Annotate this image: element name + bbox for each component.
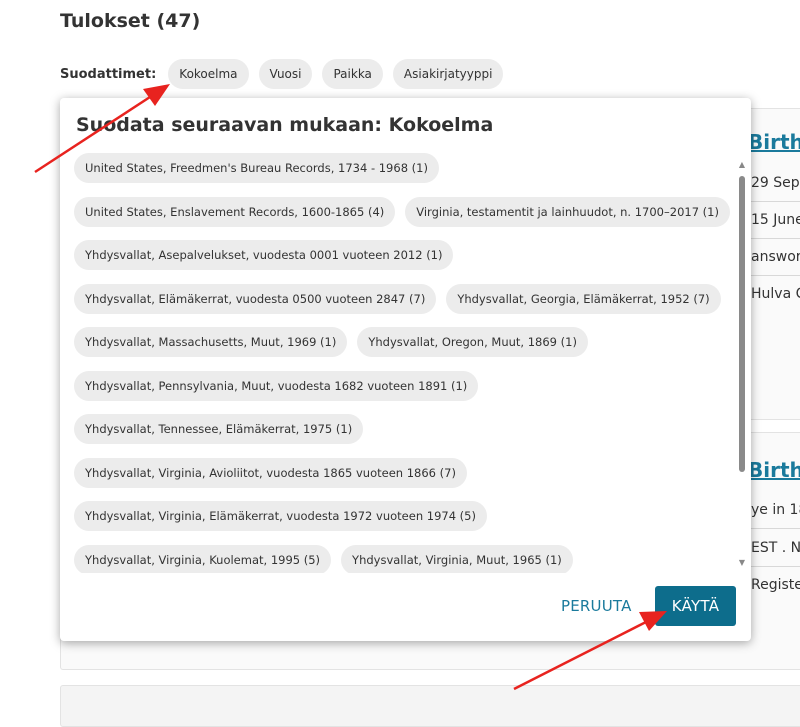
options-scrollbar[interactable]: ▲ ▼	[737, 160, 747, 568]
filters-label: Suodattimet:	[60, 66, 157, 82]
filter-chip-collection[interactable]: Kokoelma	[168, 59, 249, 89]
result-title-link[interactable]: Birth R	[748, 130, 800, 154]
collection-option[interactable]: Yhdysvallat, Asepalvelukset, vuodesta 00…	[74, 240, 454, 270]
option-row: Yhdysvallat, Pennsylvania, Muut, vuodest…	[74, 370, 730, 401]
collection-option[interactable]: Yhdysvallat, Tennessee, Elämäkerrat, 197…	[74, 414, 364, 444]
scroll-up-arrow-icon[interactable]: ▲	[737, 160, 747, 170]
collection-option[interactable]: Yhdysvallat, Oregon, Muut, 1869 (1)	[357, 327, 588, 357]
filter-chip-document-type[interactable]: Asiakirjatyyppi	[392, 59, 504, 89]
filters-bar: Suodattimet: Kokoelma Vuosi Paikka Asiak…	[60, 59, 504, 89]
result-card	[60, 685, 800, 727]
option-row: United States, Freedmen's Bureau Records…	[74, 153, 730, 183]
scroll-down-arrow-icon[interactable]: ▼	[737, 558, 747, 568]
scrollbar-thumb[interactable]	[739, 176, 745, 472]
collection-option[interactable]: Yhdysvallat, Virginia, Muut, 1965 (1)	[341, 544, 573, 573]
option-row: United States, Enslavement Records, 1600…	[74, 196, 730, 227]
collection-option[interactable]: Yhdysvallat, Virginia, Elämäkerrat, vuod…	[74, 501, 487, 531]
option-row: Yhdysvallat, Virginia, Kuolemat, 1995 (5…	[74, 544, 730, 573]
collection-option[interactable]: Yhdysvallat, Virginia, Avioliitot, vuode…	[74, 457, 467, 488]
option-row: Yhdysvallat, Tennessee, Elämäkerrat, 197…	[74, 414, 730, 444]
page-title: Tulokset (47)	[60, 10, 201, 32]
filter-dialog: Suodata seuraavan mukaan: Kokoelma Unite…	[60, 98, 751, 641]
collection-option[interactable]: Virginia, testamentit ja lainhuudot, n. …	[405, 196, 730, 227]
collection-option[interactable]: Yhdysvallat, Virginia, Kuolemat, 1995 (5…	[74, 544, 332, 573]
cancel-button[interactable]: PERUUTA	[551, 586, 642, 626]
option-row: Yhdysvallat, Massachusetts, Muut, 1969 (…	[74, 327, 730, 357]
option-row: Yhdysvallat, Elämäkerrat, vuodesta 0500 …	[74, 283, 730, 314]
collection-options-list: United States, Freedmen's Bureau Records…	[74, 153, 730, 573]
dialog-title: Suodata seuraavan mukaan: Kokoelma	[76, 114, 494, 136]
filter-chip-place[interactable]: Paikka	[322, 59, 383, 89]
option-row: Yhdysvallat, Virginia, Elämäkerrat, vuod…	[74, 501, 730, 531]
result-title-link[interactable]: Birth R	[748, 458, 800, 482]
collection-option[interactable]: United States, Freedmen's Bureau Records…	[74, 153, 439, 183]
filter-chip-year[interactable]: Vuosi	[258, 59, 313, 89]
option-row: Yhdysvallat, Virginia, Avioliitot, vuode…	[74, 457, 730, 488]
collection-option[interactable]: Yhdysvallat, Massachusetts, Muut, 1969 (…	[74, 327, 348, 357]
collection-option[interactable]: Yhdysvallat, Pennsylvania, Muut, vuodest…	[74, 370, 479, 401]
collection-option[interactable]: Yhdysvallat, Georgia, Elämäkerrat, 1952 …	[446, 283, 721, 314]
collection-option[interactable]: United States, Enslavement Records, 1600…	[74, 196, 396, 227]
option-row: Yhdysvallat, Asepalvelukset, vuodesta 00…	[74, 240, 730, 270]
apply-button[interactable]: KÄYTÄ	[655, 586, 736, 626]
collection-option[interactable]: Yhdysvallat, Elämäkerrat, vuodesta 0500 …	[74, 283, 437, 314]
